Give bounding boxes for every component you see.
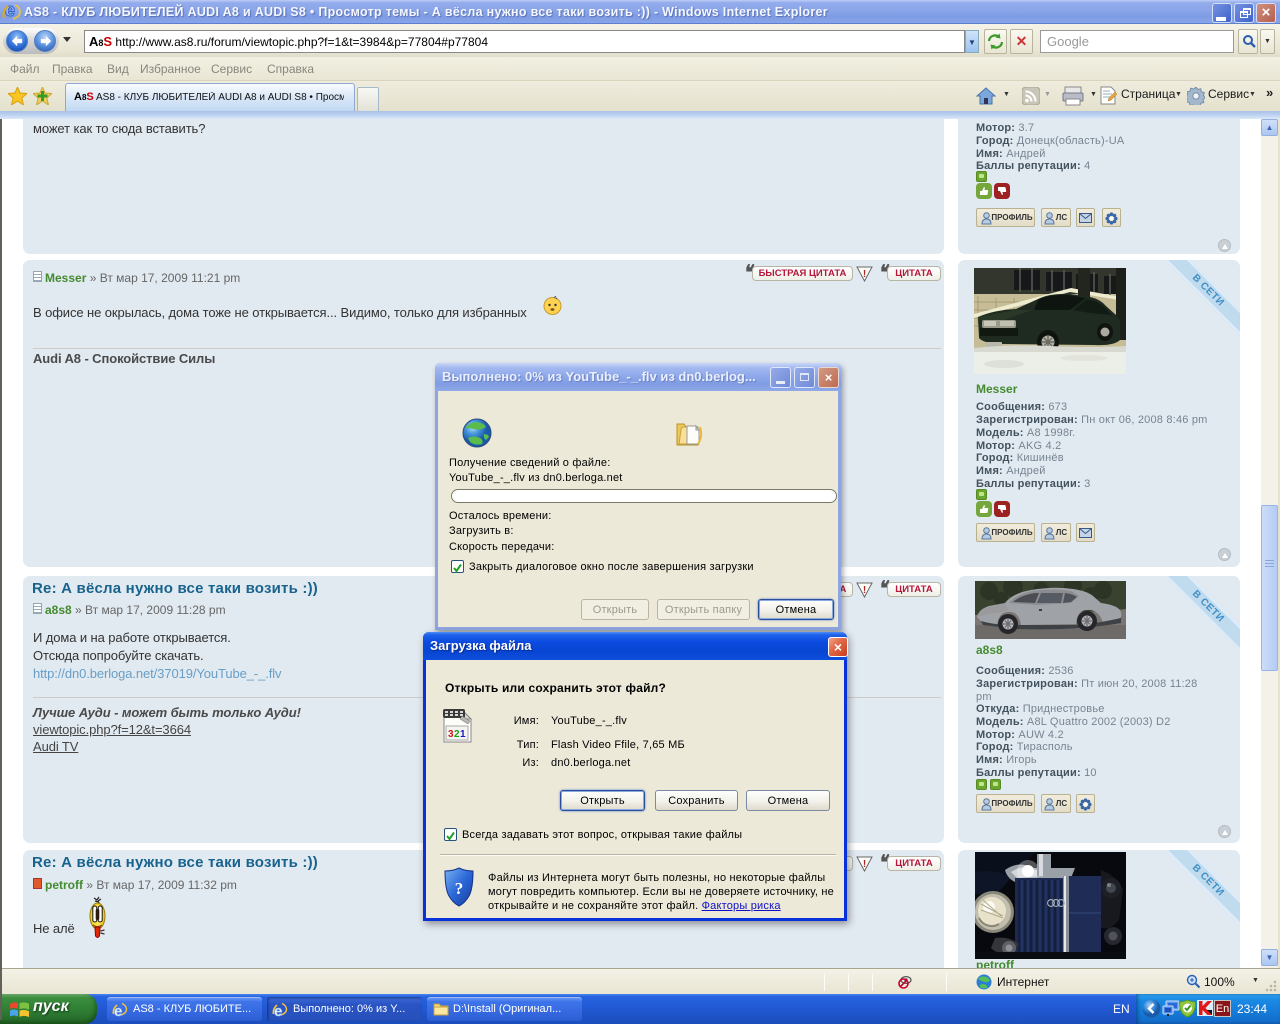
svg-text:!: ! [863,859,866,870]
svg-text:?: ? [455,879,464,898]
svg-text:!: ! [863,585,866,596]
svg-text:!: ! [863,269,866,280]
